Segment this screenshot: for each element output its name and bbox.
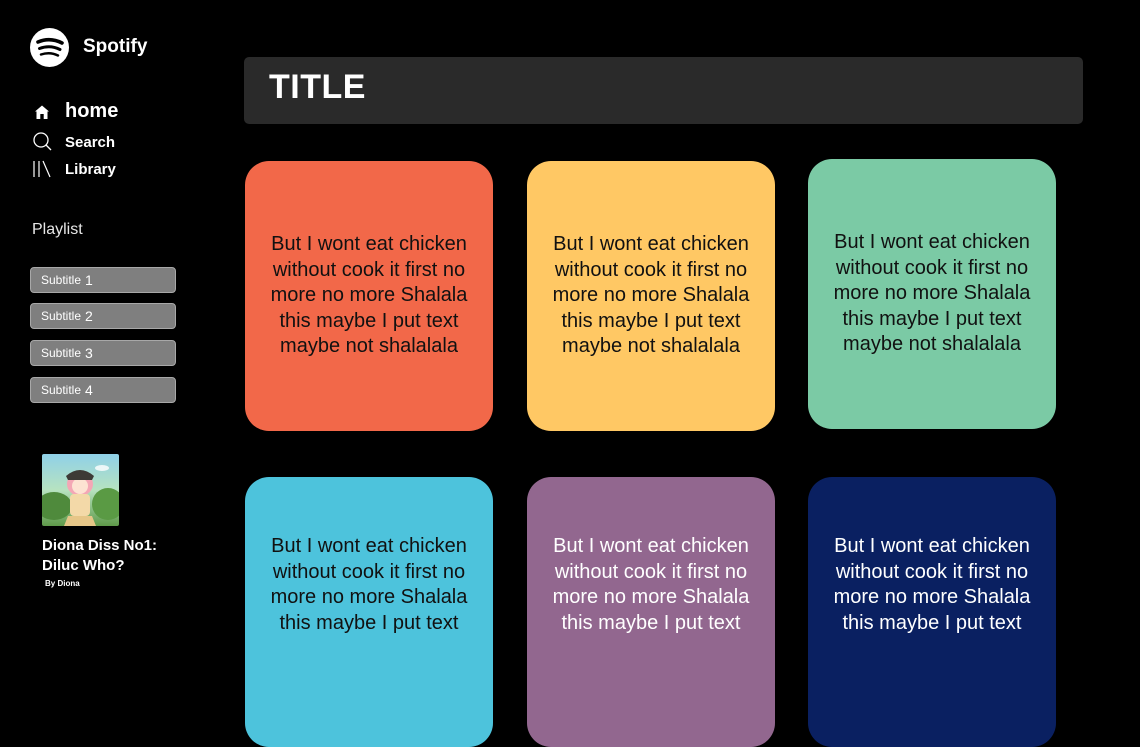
title-bar [244,57,1083,124]
playlist-number: 1 [85,272,93,288]
card-6[interactable]: But I wont eat chicken without cook it f… [808,477,1056,747]
now-playing-artist: By Diona [45,579,80,588]
playlist-label: Subtitle [41,273,82,287]
card-5[interactable]: But I wont eat chicken without cook it f… [527,477,775,747]
playlist-label: Subtitle [41,383,82,397]
home-icon [32,102,52,122]
card-1[interactable]: But I wont eat chicken without cook it f… [245,161,493,431]
playlist-number: 3 [85,345,93,361]
playlist-button-1[interactable]: Subtitle 1 [30,267,176,293]
playlist-label: Subtitle [41,346,82,360]
card-3[interactable]: But I wont eat chicken without cook it f… [808,159,1056,429]
album-cover[interactable] [42,454,119,526]
now-playing-title: Diona Diss No1: Diluc Who? [42,537,158,574]
card-2[interactable]: But I wont eat chicken without cook it f… [527,161,775,431]
nav-search-label: Search [65,133,116,151]
page-title: TITLE [269,68,366,106]
playlist-button-3[interactable]: Subtitle 3 [30,340,176,366]
playlist-label: Subtitle [41,309,82,323]
card-4[interactable]: But I wont eat chicken without cook it f… [245,477,493,747]
nav-home[interactable]: home [32,100,118,123]
playlist-heading: Playlist [32,221,83,238]
playlist-button-2[interactable]: Subtitle 2 [30,303,176,329]
nav-library-label: Library [65,160,116,178]
nav-search[interactable]: Search [32,132,115,152]
app-name: Spotify [83,36,148,57]
nav-home-label: home [65,100,119,122]
library-icon [32,159,52,179]
nav-library[interactable]: Library [32,159,116,179]
spotify-logo-icon[interactable] [30,28,69,67]
playlist-number: 4 [85,382,93,398]
playlist-number: 2 [85,308,93,324]
playlist-button-4[interactable]: Subtitle 4 [30,377,176,403]
search-icon [32,132,52,152]
